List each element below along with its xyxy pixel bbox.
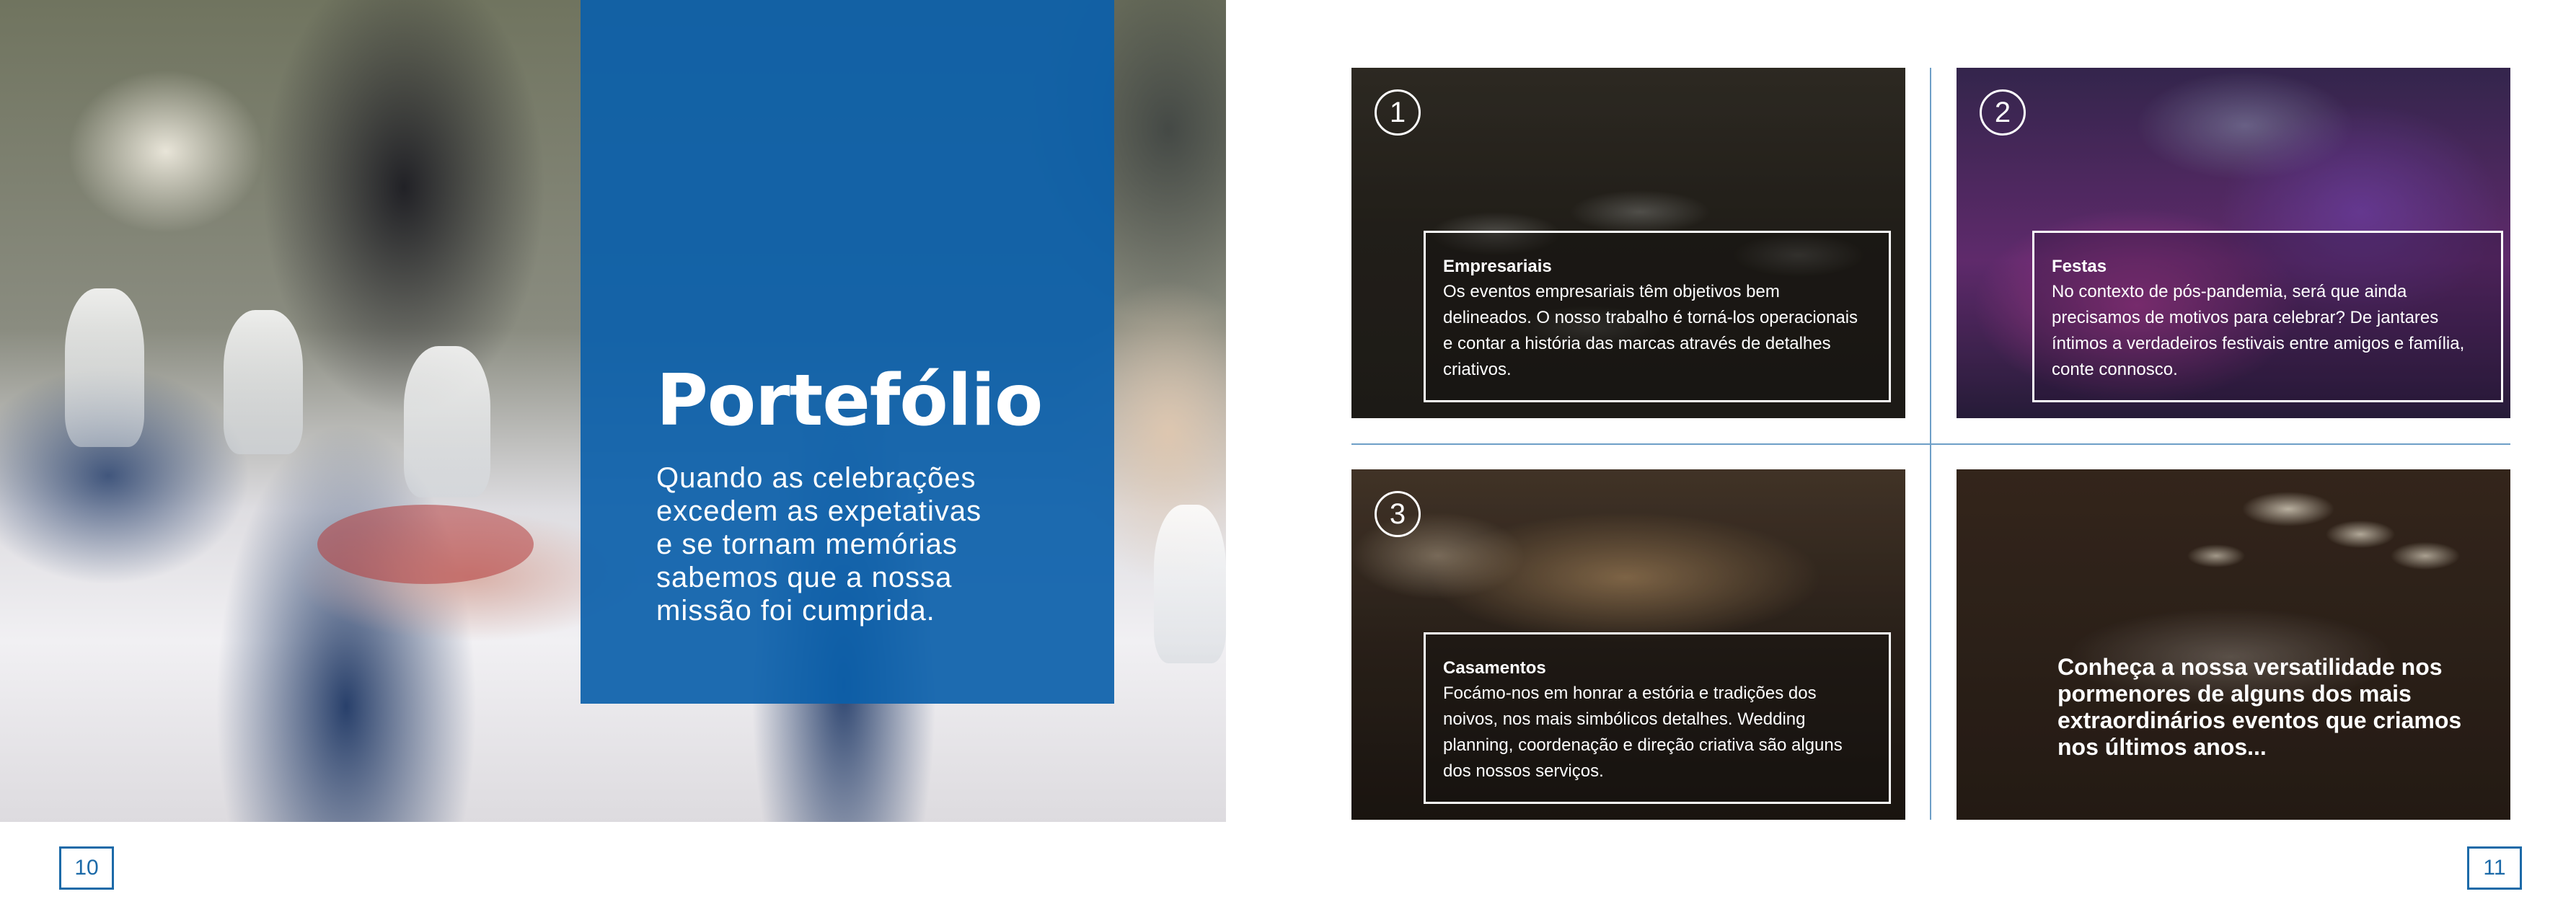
grid-divider-vertical <box>1930 68 1931 820</box>
card-title: Festas <box>2052 257 2107 276</box>
card-body: No contexto de pós-pandemia, será que ai… <box>2052 282 2465 379</box>
card-corporate: 1 Empresariais Os eventos empresariais t… <box>1351 68 1905 418</box>
page-title: Portefólio <box>656 360 1043 442</box>
card-number-badge: 2 <box>1980 89 2026 136</box>
card-title: Casamentos <box>1443 658 1546 678</box>
napkin-decor <box>317 505 534 584</box>
card-number-badge: 3 <box>1375 491 1421 537</box>
page-number-right: 11 <box>2467 846 2522 890</box>
card-textbox: Casamentos Focámo-nos em honrar a estóri… <box>1424 632 1891 804</box>
wine-glass-decor <box>1154 505 1226 663</box>
wine-glass-decor <box>404 346 490 497</box>
wine-glass-decor <box>65 288 144 447</box>
photo-shade <box>1957 469 2510 820</box>
card-title: Empresariais <box>1443 257 1552 276</box>
card-textbox: Empresariais Os eventos empresariais têm… <box>1424 231 1891 402</box>
card-textbox: Festas No contexto de pós-pandemia, será… <box>2032 231 2503 402</box>
card-body: Focámo-nos em honrar a estória e tradiçõ… <box>1443 683 1843 781</box>
card-parties: 2 Festas No contexto de pós-pandemia, se… <box>1957 68 2510 418</box>
page-number-left: 10 <box>59 846 114 890</box>
card-weddings: 3 Casamentos Focámo-nos em honrar a estó… <box>1351 469 1905 820</box>
card-closing: Conheça a nossa versatilidade nos pormen… <box>1957 469 2510 820</box>
card-number-badge: 1 <box>1375 89 1421 136</box>
wine-glass-decor <box>224 310 303 454</box>
page-subtitle: Quando as celebrações excedem as expetat… <box>656 462 982 627</box>
closing-text: Conheça a nossa versatilidade nos pormen… <box>2057 654 2462 760</box>
card-body: Os eventos empresariais têm objetivos be… <box>1443 282 1858 379</box>
